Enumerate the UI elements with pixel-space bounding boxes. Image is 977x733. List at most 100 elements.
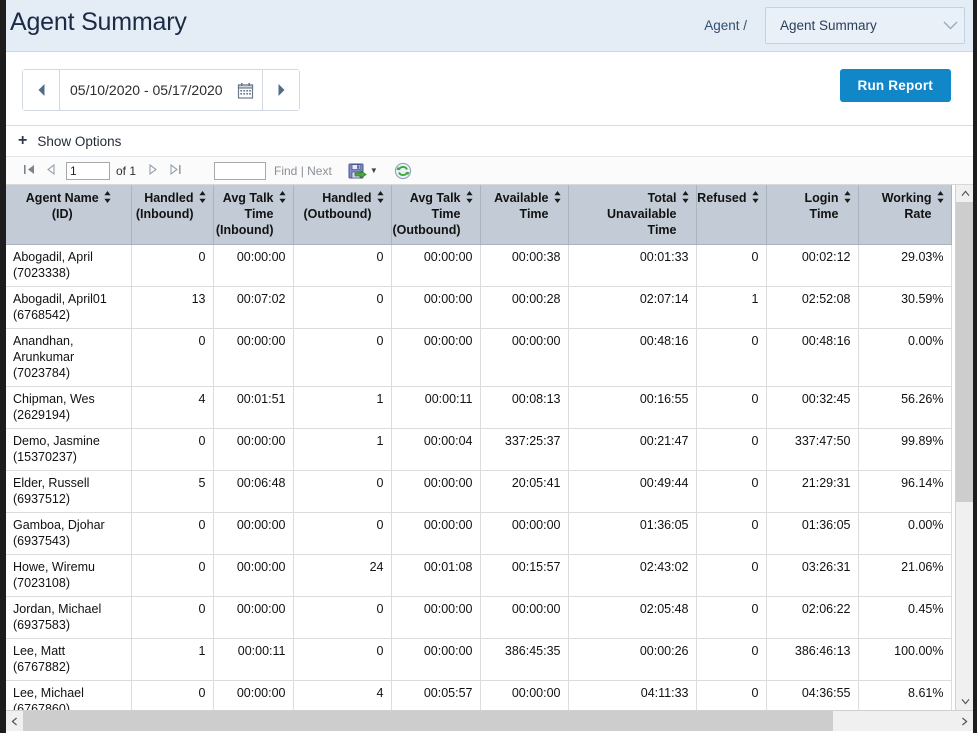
cell-avg-talk-in: 00:07:02 (213, 286, 294, 329)
cell-handled-in: 4 (131, 386, 214, 429)
horizontal-scrollbar[interactable] (6, 710, 973, 731)
chevron-left-icon[interactable] (6, 711, 23, 731)
cell-avg-talk-out: 00:00:00 (391, 512, 481, 555)
column-header-total-unavailable-time[interactable]: Total Unavailable Time (568, 185, 697, 245)
sort-updown-icon[interactable] (104, 190, 111, 203)
cell-unavailable: 00:21:47 (568, 428, 697, 471)
export-save-icon[interactable]: ▼ (348, 162, 378, 180)
cell-avg-talk-out: 00:00:00 (391, 244, 481, 287)
table-row[interactable]: Abogadil, April (7023338) 0 00:00:00 0 00:00:… (6, 244, 952, 287)
column-header-available-time[interactable]: Available Time (480, 185, 569, 245)
report-grid-container[interactable]: Agent Name (ID) Handled (Inbound) Avg Talk Ti… (6, 185, 973, 710)
chevron-down-icon[interactable] (956, 693, 974, 710)
agent-summary-table: Agent Name (ID) Handled (Inbound) Avg Talk Ti… (6, 185, 952, 710)
table-row[interactable]: Anandhan, Arunkumar (7023784) 0 00:00:00 0 00… (6, 328, 952, 387)
vertical-scrollbar[interactable] (955, 185, 974, 710)
cell-handled-in: 0 (131, 328, 214, 387)
table-row[interactable]: Lee, Michael (6767860) 0 00:00:00 4 00:05:57 0… (6, 680, 952, 710)
cell-handled-in: 5 (131, 470, 214, 513)
agent-summary-report-page: Agent Summary Agent / Agent Summary 05/1… (0, 0, 977, 733)
table-row[interactable]: Jordan, Michael (6937583) 0 00:00:00 0 00:00:… (6, 596, 952, 639)
page-count-label: of 1 (116, 163, 137, 178)
column-header-refused[interactable]: Refused (696, 185, 767, 245)
column-header-handled-outbound[interactable]: Handled (Outbound) (293, 185, 392, 245)
chevron-up-icon[interactable] (956, 185, 974, 202)
sort-updown-icon[interactable] (198, 190, 206, 203)
cell-refused: 0 (696, 328, 767, 387)
last-page-icon[interactable] (164, 163, 186, 178)
cell-handled-out: 0 (293, 286, 392, 329)
sort-updown-icon[interactable] (751, 190, 759, 203)
vertical-scrollbar-thumb[interactable] (956, 202, 974, 502)
chevron-right-icon[interactable] (956, 711, 973, 731)
cell-avg-talk-out: 00:00:00 (391, 470, 481, 513)
prev-page-icon[interactable] (40, 163, 62, 178)
find-input[interactable] (214, 161, 267, 180)
cell-login: 04:36:55 (766, 680, 859, 710)
date-range-control: 05/10/2020 - 05/17/2020 (22, 69, 300, 111)
cell-working-rate: 96.14% (858, 470, 952, 513)
report-select-dropdown[interactable]: Agent Summary (765, 7, 965, 44)
table-row[interactable]: Gamboa, Djohar (6937543) 0 00:00:00 0 00:00:0… (6, 512, 952, 555)
date-range-value: 05/10/2020 - 05/17/2020 (70, 82, 223, 98)
sort-updown-icon[interactable] (376, 190, 384, 203)
table-body: Abogadil, April (7023338) 0 00:00:00 0 00:00:… (6, 244, 952, 710)
refresh-icon[interactable] (394, 162, 412, 180)
first-page-icon[interactable] (18, 164, 40, 178)
sort-updown-icon[interactable] (553, 190, 561, 203)
sort-updown-icon[interactable] (278, 190, 286, 203)
next-page-icon[interactable] (142, 163, 164, 178)
column-header-working-rate[interactable]: Working Rate (858, 185, 952, 245)
cell-refused: 0 (696, 386, 767, 429)
column-header-avg-talk-time-outbound[interactable]: Avg Talk Time (Outbound) (391, 185, 481, 245)
column-header-label: Working Rate (881, 191, 932, 221)
cell-handled-in: 0 (131, 680, 214, 710)
column-header-avg-talk-time-inbound[interactable]: Avg Talk Time (Inbound) (213, 185, 294, 245)
cell-working-rate: 29.03% (858, 244, 952, 287)
cell-avg-talk-in: 00:00:00 (213, 428, 294, 471)
cell-available: 00:15:57 (480, 554, 569, 597)
table-row[interactable]: Howe, Wiremu (7023108) 0 00:00:00 24 00:01:08… (6, 554, 952, 597)
cell-agent-name: Demo, Jasmine (15370237) (6, 428, 132, 471)
cell-agent-name: Anandhan, Arunkumar (7023784) (6, 328, 132, 387)
cell-avg-talk-in: 00:00:00 (213, 244, 294, 287)
cell-working-rate: 56.26% (858, 386, 952, 429)
table-row[interactable]: Abogadil, April01 (6768542) 13 00:07:02 0 00:… (6, 286, 952, 329)
column-header-handled-inbound[interactable]: Handled (Inbound) (131, 185, 214, 245)
table-row[interactable]: Demo, Jasmine (15370237) 0 00:00:00 1 00:00:0… (6, 428, 952, 471)
show-options-toggle[interactable]: + Show Options (6, 126, 973, 157)
date-range-prev-button[interactable] (23, 70, 60, 110)
chevron-down-icon (936, 21, 964, 30)
cell-handled-out: 1 (293, 386, 392, 429)
cell-refused: 0 (696, 428, 767, 471)
cell-agent-name: Gamboa, Djohar (6937543) (6, 512, 132, 555)
horizontal-scrollbar-thumb[interactable] (23, 711, 833, 731)
page-number-input[interactable] (66, 161, 110, 180)
calendar-icon[interactable] (237, 82, 254, 99)
cell-handled-out: 0 (293, 244, 392, 287)
cell-refused: 0 (696, 512, 767, 555)
column-header-label: Total Unavailable Time (607, 191, 677, 237)
cell-available: 00:00:00 (480, 512, 569, 555)
cell-avg-talk-in: 00:00:00 (213, 596, 294, 639)
sort-updown-icon[interactable] (936, 190, 944, 203)
date-range-next-button[interactable] (262, 70, 299, 110)
cell-handled-out: 0 (293, 328, 392, 387)
find-next-links[interactable]: Find | Next (274, 164, 332, 178)
column-header-login-time[interactable]: Login Time (766, 185, 859, 245)
table-row[interactable]: Chipman, Wes (2629194) 4 00:01:51 1 00:00:11 0… (6, 386, 952, 429)
sort-updown-icon[interactable] (843, 190, 851, 203)
run-report-button[interactable]: Run Report (839, 69, 951, 102)
cell-avg-talk-in: 00:06:48 (213, 470, 294, 513)
column-header-label: Login Time (804, 191, 839, 221)
sort-updown-icon[interactable] (681, 190, 689, 203)
table-row[interactable]: Elder, Russell (6937512) 5 00:06:48 0 00:00:0… (6, 470, 952, 513)
column-header-agent-name-id[interactable]: Agent Name (ID) (6, 185, 132, 245)
date-range-field[interactable]: 05/10/2020 - 05/17/2020 (60, 70, 262, 110)
column-header-label: Handled (Outbound) (303, 191, 372, 221)
table-row[interactable]: Lee, Matt (6767882) 1 00:00:11 0 00:00:00 386:… (6, 638, 952, 681)
window-left-edge (0, 0, 6, 733)
cell-available: 00:00:38 (480, 244, 569, 287)
sort-updown-icon[interactable] (465, 190, 473, 203)
cell-handled-in: 0 (131, 428, 214, 471)
